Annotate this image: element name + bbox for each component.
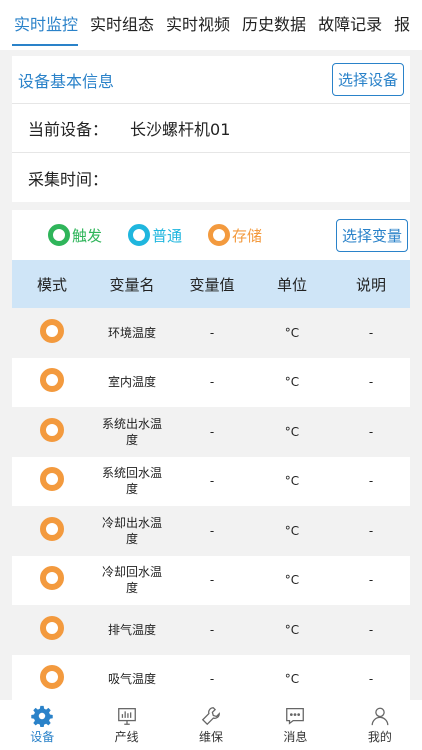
production-line-icon: [117, 708, 136, 725]
var-name: 系统出水温度: [101, 416, 162, 447]
storage-mode-icon: [40, 516, 64, 541]
var-value: -: [209, 622, 215, 637]
variable-card: 触发 普通 存储 选择变量 模式 变量名 变量值 单位 说明 环境温度 - °C…: [12, 210, 410, 700]
header-note: 说明: [355, 275, 386, 294]
collect-time-row: 采集时间：: [12, 153, 410, 202]
table-row[interactable]: 环境温度 - °C -: [12, 308, 410, 358]
var-name: 冷却出水温度: [101, 515, 162, 546]
storage-mode-icon: [40, 368, 64, 393]
var-name: 吸气温度: [107, 672, 156, 687]
var-note: -: [368, 672, 374, 687]
var-note: -: [368, 424, 374, 439]
device-info-card: 设备基本信息 选择设备 当前设备： 长沙螺杆机01 采集时间：: [12, 56, 410, 202]
storage-mode-icon: [40, 318, 64, 343]
table-row[interactable]: 冷却出水温度 - °C -: [12, 506, 410, 556]
var-note: -: [368, 573, 374, 588]
var-note: -: [368, 325, 374, 340]
storage-mode-icon: [40, 665, 64, 690]
var-value: -: [209, 474, 215, 489]
var-value: -: [209, 325, 215, 340]
nav-device[interactable]: 设备: [0, 700, 84, 750]
gear-icon: [31, 705, 53, 727]
device-info-header: 设备基本信息 选择设备: [12, 56, 410, 104]
legend-normal-label: 普通: [152, 226, 183, 245]
user-icon: [371, 707, 389, 726]
var-name: 冷却回水温度: [101, 565, 162, 596]
var-unit: °C: [284, 672, 300, 687]
table-body: 环境温度 - °C - 室内温度 - °C - 系统出水温度 - °C - 系统…: [12, 308, 410, 700]
legend-trigger-label: 触发: [72, 226, 103, 245]
tab-realtime-monitor[interactable]: 实时监控: [0, 0, 84, 50]
nav-message-label: 消息: [283, 730, 308, 744]
table-header: 模式 变量名 变量值 单位 说明: [12, 260, 410, 308]
table-row[interactable]: 室内温度 - °C -: [12, 357, 410, 407]
wrench-icon: [201, 707, 220, 726]
var-unit: °C: [284, 622, 300, 637]
table-row[interactable]: 系统出水温度 - °C -: [12, 407, 410, 457]
var-unit: °C: [284, 523, 300, 538]
legend-storage-label: 存储: [232, 226, 263, 245]
header-var-value: 变量值: [189, 275, 235, 294]
var-note: -: [368, 375, 374, 390]
current-device-label: 当前设备：: [28, 120, 109, 139]
var-value: -: [209, 672, 215, 687]
var-value: -: [209, 523, 215, 538]
select-variable-button[interactable]: 选择变量: [335, 219, 408, 252]
var-note: -: [368, 523, 374, 538]
tab-report[interactable]: 报: [388, 0, 416, 50]
device-info-title: 设备基本信息: [18, 71, 115, 91]
table-row[interactable]: 排气温度 - °C -: [12, 605, 410, 655]
var-name: 排气温度: [107, 622, 156, 637]
current-device-value: 长沙螺杆机01: [130, 120, 231, 139]
nav-message[interactable]: 消息: [253, 700, 337, 750]
var-name: 室内温度: [107, 375, 156, 390]
var-unit: °C: [284, 325, 300, 340]
current-device-row: 当前设备： 长沙螺杆机01: [12, 104, 410, 153]
legend-trigger: 触发: [48, 224, 102, 246]
storage-mode-icon: [40, 467, 64, 492]
tab-history-data[interactable]: 历史数据: [236, 0, 312, 50]
var-unit: °C: [284, 573, 300, 588]
tab-realtime-video[interactable]: 实时视频: [160, 0, 236, 50]
legend-storage: 存储: [208, 224, 262, 246]
storage-ring-icon: [208, 224, 231, 246]
var-note: -: [368, 474, 374, 489]
mode-legend: 触发 普通 存储 选择变量: [12, 210, 410, 260]
var-unit: °C: [284, 424, 300, 439]
nav-maintenance-label: 维保: [199, 730, 224, 744]
normal-ring-icon: [128, 224, 151, 246]
header-mode: 模式: [36, 275, 67, 294]
tab-realtime-config[interactable]: 实时组态: [84, 0, 160, 50]
var-value: -: [209, 375, 215, 390]
var-unit: °C: [284, 375, 300, 390]
var-value: -: [209, 573, 215, 588]
top-tab-bar: 实时监控 实时组态 实时视频 历史数据 故障记录 报: [0, 0, 422, 50]
table-row[interactable]: 系统回水温度 - °C -: [12, 456, 410, 506]
nav-production-line[interactable]: 产线: [84, 700, 168, 750]
nav-maintenance[interactable]: 维保: [169, 700, 253, 750]
bottom-nav: 设备 产线 维保 消息 我的: [0, 700, 422, 750]
collect-time-label: 采集时间：: [28, 169, 109, 189]
select-device-button[interactable]: 选择设备: [331, 63, 404, 96]
storage-mode-icon: [40, 417, 64, 442]
table-row[interactable]: 冷却回水温度 - °C -: [12, 555, 410, 605]
nav-line-label: 产线: [114, 730, 139, 744]
message-icon: [286, 708, 305, 725]
header-unit: 单位: [276, 275, 307, 294]
nav-mine[interactable]: 我的: [338, 700, 422, 750]
legend-normal: 普通: [128, 224, 182, 246]
header-var-name: 变量名: [109, 275, 155, 294]
storage-mode-icon: [40, 615, 64, 640]
nav-device-label: 设备: [30, 730, 55, 744]
var-value: -: [209, 424, 215, 439]
tab-fault-record[interactable]: 故障记录: [312, 0, 388, 50]
storage-mode-icon: [40, 566, 64, 591]
var-unit: °C: [284, 474, 300, 489]
var-name: 系统回水温度: [101, 466, 162, 497]
table-row[interactable]: 吸气温度 - °C -: [12, 654, 410, 700]
trigger-ring-icon: [48, 224, 70, 246]
nav-mine-label: 我的: [367, 730, 392, 744]
var-name: 环境温度: [107, 325, 156, 340]
var-note: -: [368, 622, 374, 637]
